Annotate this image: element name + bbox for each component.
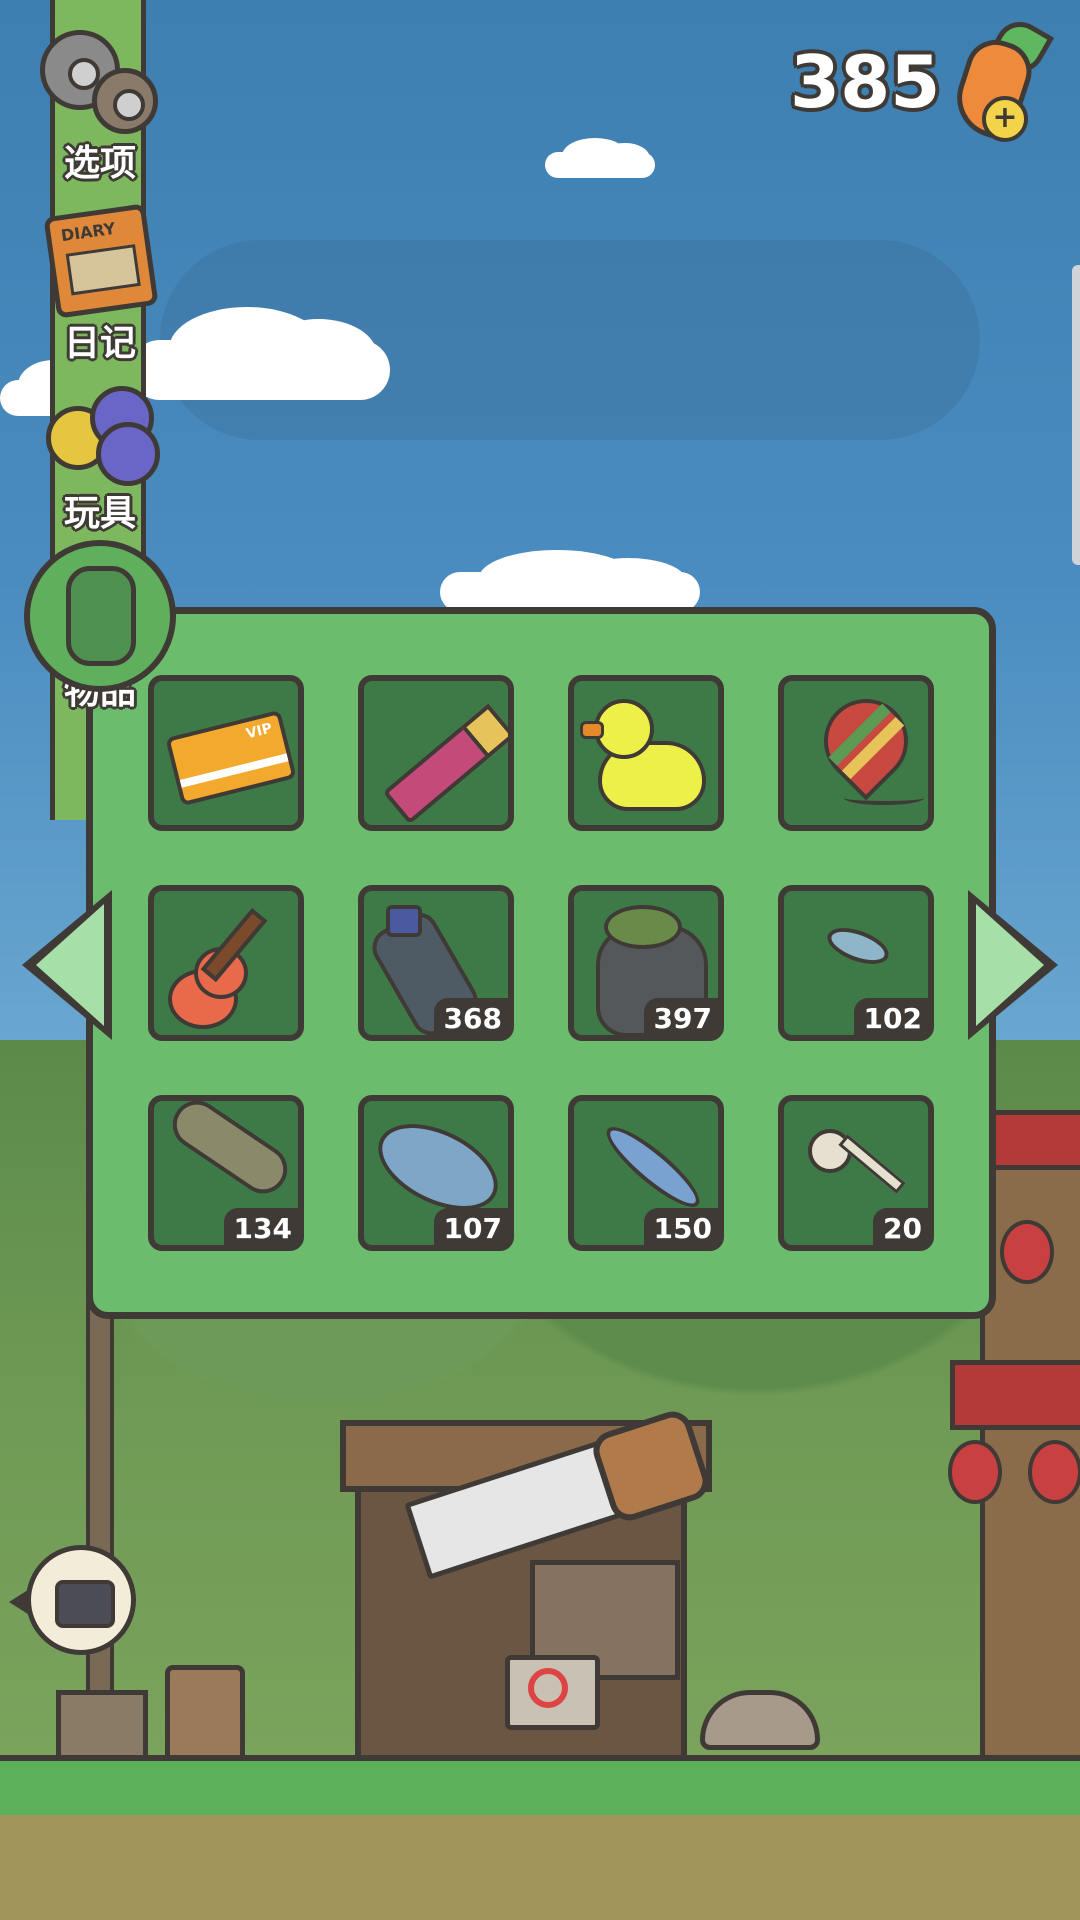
lantern-icon [1028,1440,1080,1504]
grass-ground [0,1755,1080,1821]
rubber-duck-icon [574,681,718,825]
inventory-slot[interactable]: 20 [778,1095,934,1251]
inventory-slot[interactable] [778,675,934,831]
item-count: 134 [223,1208,298,1245]
item-count: 368 [433,998,508,1035]
backpack-icon [24,540,176,692]
lantern-icon [948,1440,1002,1504]
menu-diary-label: 日记 [63,323,136,364]
plus-icon[interactable]: + [982,96,1028,142]
diary-icon [30,200,170,319]
item-count: 107 [433,1208,508,1245]
inventory-slot[interactable]: 134 [148,1095,304,1251]
menu-toys[interactable]: 玩具 [30,380,170,536]
cloud [545,137,655,178]
item-count: 150 [643,1208,718,1245]
radio-icon [55,1580,115,1628]
cloud [440,550,700,612]
small-shrine [165,1665,245,1765]
item-count: 20 [873,1208,928,1245]
inventory-slot[interactable] [568,675,724,831]
inventory-slot[interactable]: VIP [148,675,304,831]
inventory-slot[interactable] [358,675,514,831]
inventory-slot[interactable]: 397 [568,885,724,1041]
item-count: 397 [643,998,718,1035]
gear-icon [30,30,170,134]
spinning-top-icon [784,681,928,825]
speech-bubble[interactable] [9,1545,136,1655]
inventory-slot[interactable]: 368 [358,885,514,1041]
temple-roof [950,1360,1080,1430]
menu-options[interactable]: 选项 [30,30,170,186]
carrot-count: 385 [790,40,941,124]
inventory-slot[interactable]: 102 [778,885,934,1041]
menu-diary[interactable]: 日记 [30,200,170,366]
edge-panel-handle[interactable] [1072,265,1080,565]
crayon-icon [364,681,508,825]
inventory-slot[interactable]: 107 [358,1095,514,1251]
closed-sign[interactable] [505,1655,600,1730]
menu-toys-label: 玩具 [63,493,136,534]
prev-page-arrow[interactable] [22,890,112,1040]
inventory-slot[interactable]: 150 [568,1095,724,1251]
menu-options-label: 选项 [63,143,136,184]
lantern-icon [1000,1220,1054,1284]
dirt-ground [0,1815,1080,1920]
inventory-slot[interactable] [148,885,304,1041]
vip-card-icon: VIP [154,681,298,825]
toy-ball-icon [30,380,170,486]
next-page-arrow[interactable] [968,890,1058,1040]
item-count: 102 [853,998,928,1035]
ukulele-icon [154,891,298,1035]
